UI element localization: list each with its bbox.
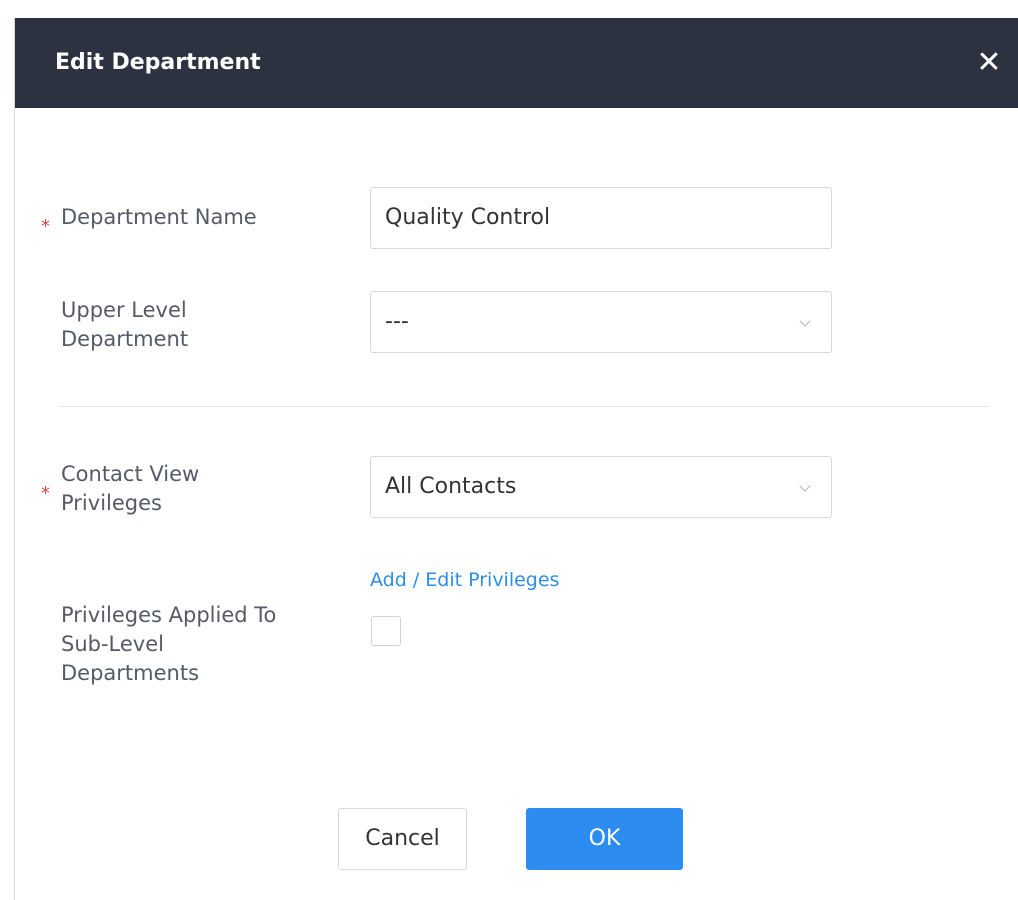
- privileges-applied-checkbox[interactable]: [371, 616, 401, 646]
- dialog-title: Edit Department: [55, 50, 261, 75]
- ok-button[interactable]: OK: [526, 808, 683, 870]
- contact-view-privileges-label-line1: Contact View: [61, 462, 200, 486]
- upper-level-department-select[interactable]: ---: [370, 291, 832, 353]
- required-marker: *: [41, 216, 50, 237]
- contact-view-privileges-label: Contact View Privileges: [61, 460, 199, 518]
- upper-level-department-value: ---: [385, 309, 409, 334]
- upper-level-department-label-line2: Department: [61, 327, 189, 351]
- required-marker: *: [41, 483, 50, 504]
- add-edit-privileges-link[interactable]: Add / Edit Privileges: [370, 567, 559, 593]
- contact-view-privileges-select[interactable]: All Contacts: [370, 456, 832, 518]
- department-name-input[interactable]: Quality Control: [370, 187, 832, 249]
- contact-view-privileges-label-line2: Privileges: [61, 491, 162, 515]
- department-name-value: Quality Control: [385, 205, 551, 230]
- privileges-applied-label: Privileges Applied To Sub-Level Departme…: [61, 601, 276, 688]
- dialog-header: Edit Department ✕: [15, 18, 1018, 108]
- chevron-down-icon: [799, 480, 811, 492]
- department-name-label: Department Name: [61, 205, 257, 229]
- edit-department-dialog: Edit Department ✕ * Department Name Qual…: [14, 18, 1018, 900]
- close-icon[interactable]: ✕: [975, 46, 1003, 80]
- cancel-button[interactable]: Cancel: [338, 808, 467, 870]
- privileges-applied-label-line3: Departments: [61, 661, 200, 685]
- privileges-applied-label-line2: Sub-Level: [61, 632, 164, 656]
- privileges-applied-label-line1: Privileges Applied To: [61, 603, 277, 627]
- upper-level-department-label-line1: Upper Level: [61, 298, 187, 322]
- contact-view-privileges-value: All Contacts: [385, 474, 517, 499]
- section-divider: [59, 406, 989, 407]
- chevron-down-icon: [799, 315, 811, 327]
- upper-level-department-label: Upper Level Department: [61, 296, 188, 354]
